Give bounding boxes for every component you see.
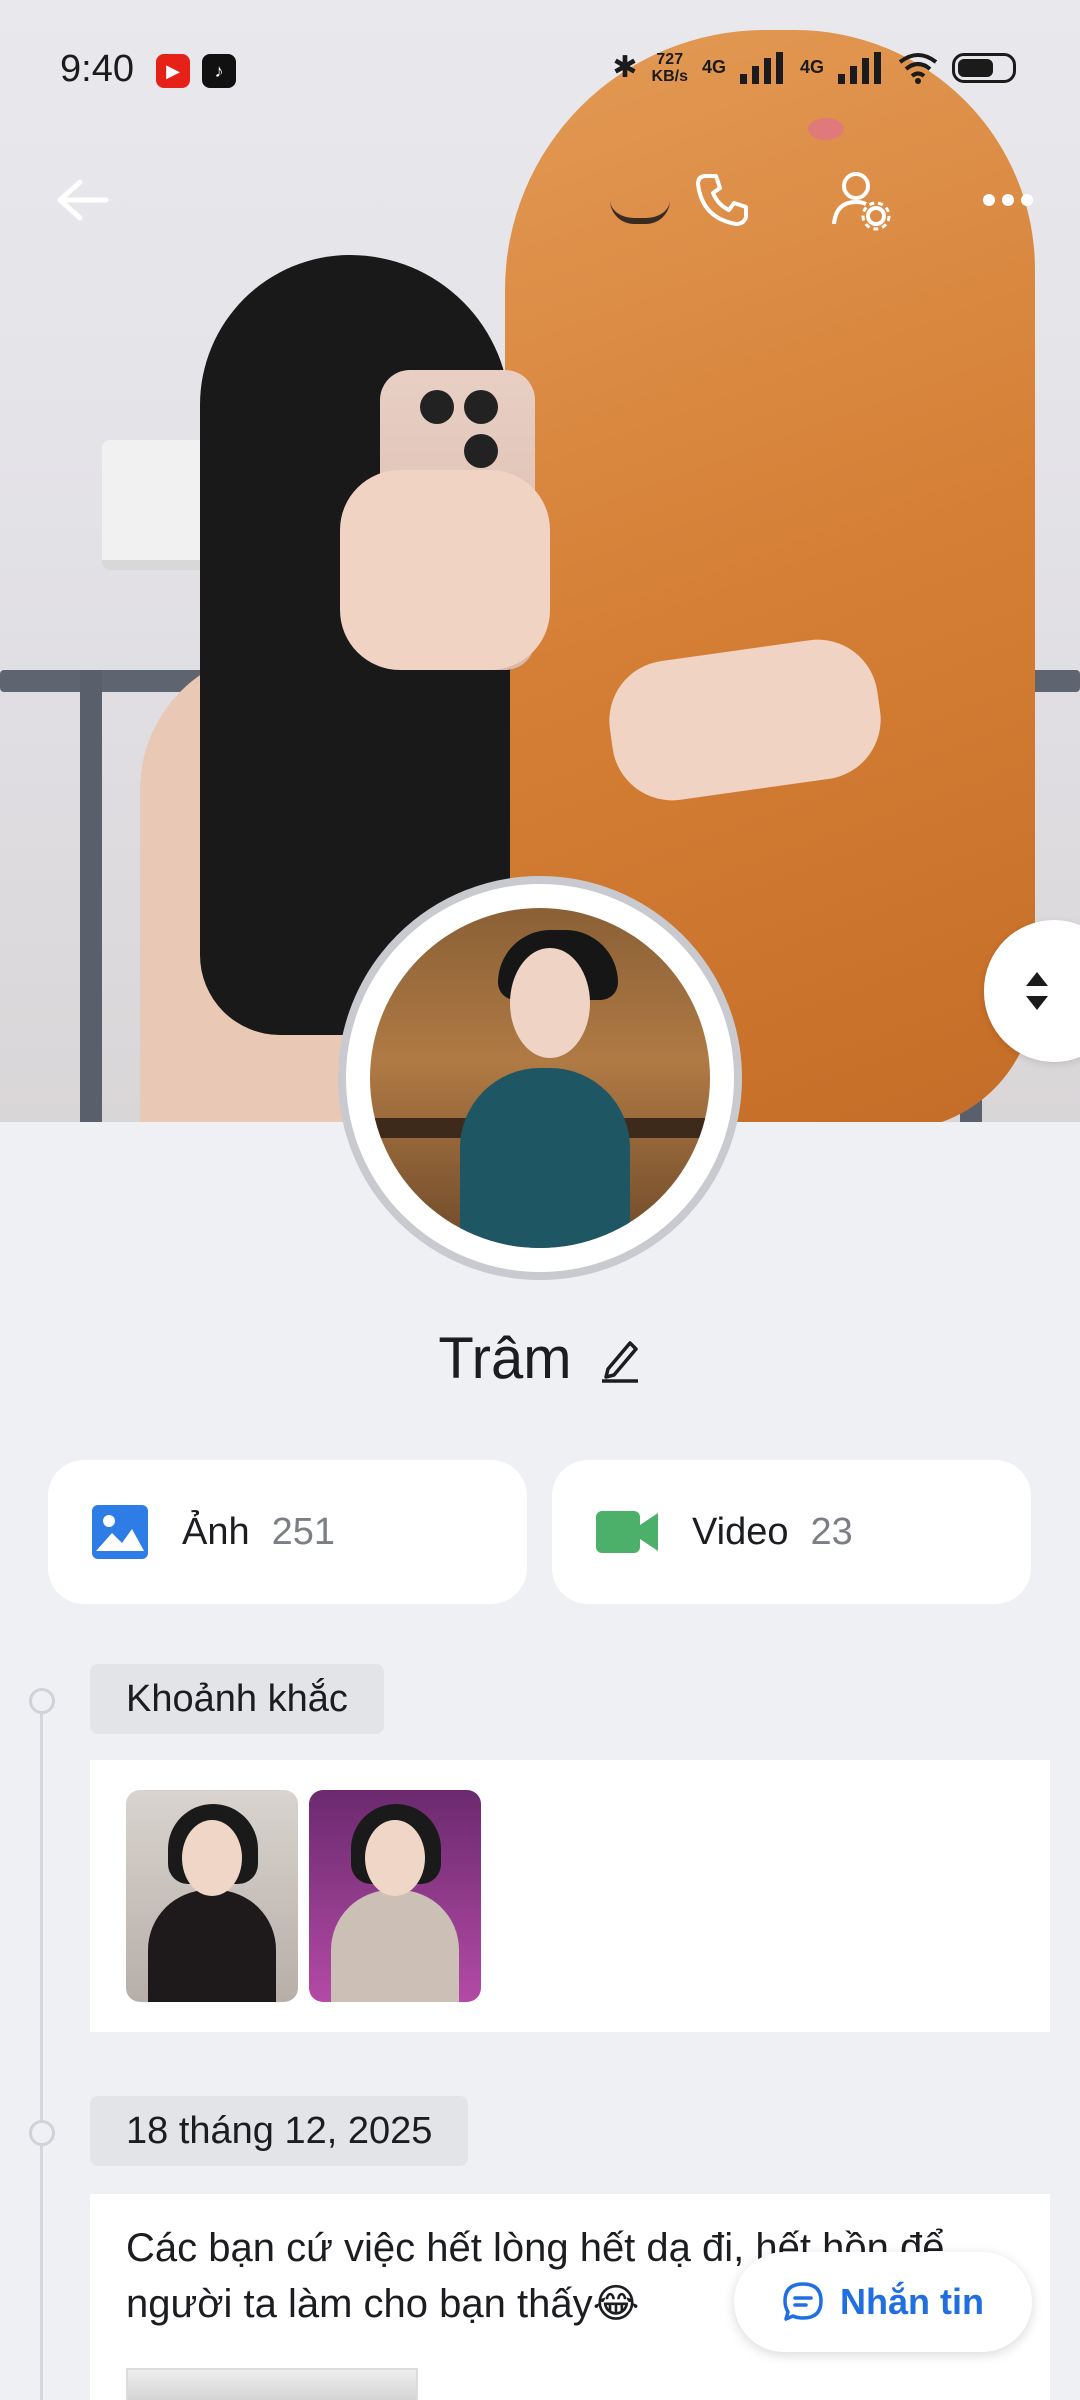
moment-thumbnail[interactable] [309,1790,481,2002]
phone-camera [464,434,498,468]
net-speed-unit: KB/s [651,67,688,85]
thumbnail-face [182,1820,242,1896]
avatar[interactable] [370,908,710,1248]
scroll-down-icon [1026,996,1048,1010]
status-bar: 9:40 ▶ ♪ ✱ 727 KB/s 4G 4G [0,0,1080,140]
call-button[interactable] [682,160,762,240]
timeline-dot [29,1688,55,1714]
timeline-dot [29,2120,55,2146]
photos-count: 251 [271,1510,336,1553]
bluetooth-icon: ✱ [612,51,638,84]
back-arrow-icon [57,179,109,221]
message-button[interactable]: Nhắn tin [734,2252,1032,2352]
net-speed-value: 727 [656,50,684,68]
thumbnail-figure [148,1890,276,2002]
thumbnail-figure [331,1890,459,2002]
profile-name-row: Trâm [0,1325,1080,1392]
thumbnail-face [365,1820,425,1896]
avatar-dress [460,1068,630,1248]
moments-header: Khoảnh khắc [90,1664,384,1734]
avatar-frame[interactable] [338,876,742,1280]
signal-bars-icon [838,51,881,84]
scroll-up-icon [1026,972,1048,986]
tiktok-icon: ♪ [202,54,236,88]
net-speed: 727 KB/s [652,51,688,85]
photos-card[interactable]: Ảnh 251 [48,1460,527,1604]
videos-label: Video [692,1510,789,1553]
signal-bars-icon [739,51,783,84]
wifi-icon [898,52,938,84]
user-settings-icon [832,172,891,231]
edit-pencil-icon[interactable] [598,1335,642,1383]
status-time: 9:40 [60,48,134,90]
back-button[interactable] [42,160,122,240]
message-label: Nhắn tin [840,2281,984,2322]
status-right: ✱ 727 KB/s 4G 4G [612,50,1016,85]
signal-label: 4G [701,57,726,77]
person-hand [340,470,550,670]
videos-card[interactable]: Video 23 [552,1460,1031,1604]
photos-label: Ảnh [182,1510,250,1553]
phone-camera [420,390,454,424]
phone-icon [696,174,748,226]
avatar-face [510,948,590,1058]
post-date-header: 18 tháng 12, 2025 [90,2096,469,2166]
chat-bubble-icon [783,2282,823,2321]
more-options-button[interactable] [968,160,1048,240]
post-image[interactable] [126,2368,418,2400]
battery-icon [952,52,1016,83]
video-camera-icon [596,1511,658,1553]
phone-camera [464,390,498,424]
moment-thumbnail[interactable] [126,1790,298,2002]
videos-count: 23 [810,1510,853,1553]
signal-label: 4G [799,57,824,77]
profile-name: Trâm [438,1326,572,1391]
timeline-line [40,1700,43,2400]
profile-settings-button[interactable] [822,160,902,240]
youtube-icon: ▶ [156,54,190,88]
moments-panel [90,1760,1050,2032]
railing-post [80,670,102,1122]
more-dots-icon [983,194,1033,206]
photo-icon [92,1505,148,1559]
